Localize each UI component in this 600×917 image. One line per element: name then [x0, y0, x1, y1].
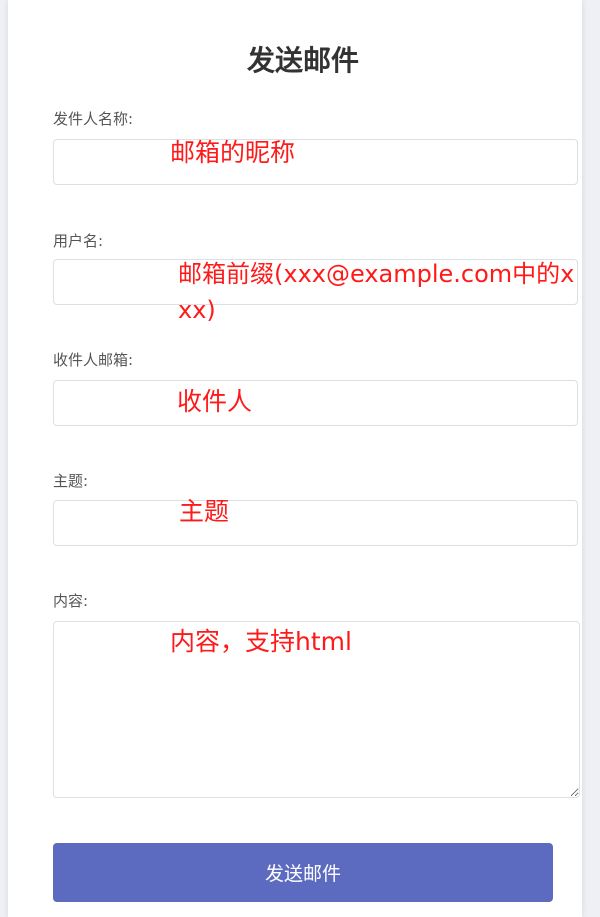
page-title: 发送邮件 — [246, 44, 359, 77]
username-input[interactable] — [53, 259, 578, 305]
email-form-card: 发送邮件 发件人名称: 用户名: 收件人邮箱: 主题: 内容: 发送邮件 — [8, 0, 582, 917]
sender-name-input[interactable] — [53, 139, 578, 185]
recipient-email-input[interactable] — [53, 380, 578, 426]
recipient-email-label: 收件人邮箱: — [53, 351, 134, 369]
subject-input[interactable] — [53, 500, 578, 546]
content-textarea[interactable] — [53, 621, 580, 798]
username-label: 用户名: — [53, 232, 104, 250]
send-email-button[interactable]: 发送邮件 — [53, 843, 553, 902]
subject-label: 主题: — [53, 472, 89, 490]
content-label: 内容: — [53, 592, 89, 610]
sender-name-label: 发件人名称: — [53, 110, 134, 128]
